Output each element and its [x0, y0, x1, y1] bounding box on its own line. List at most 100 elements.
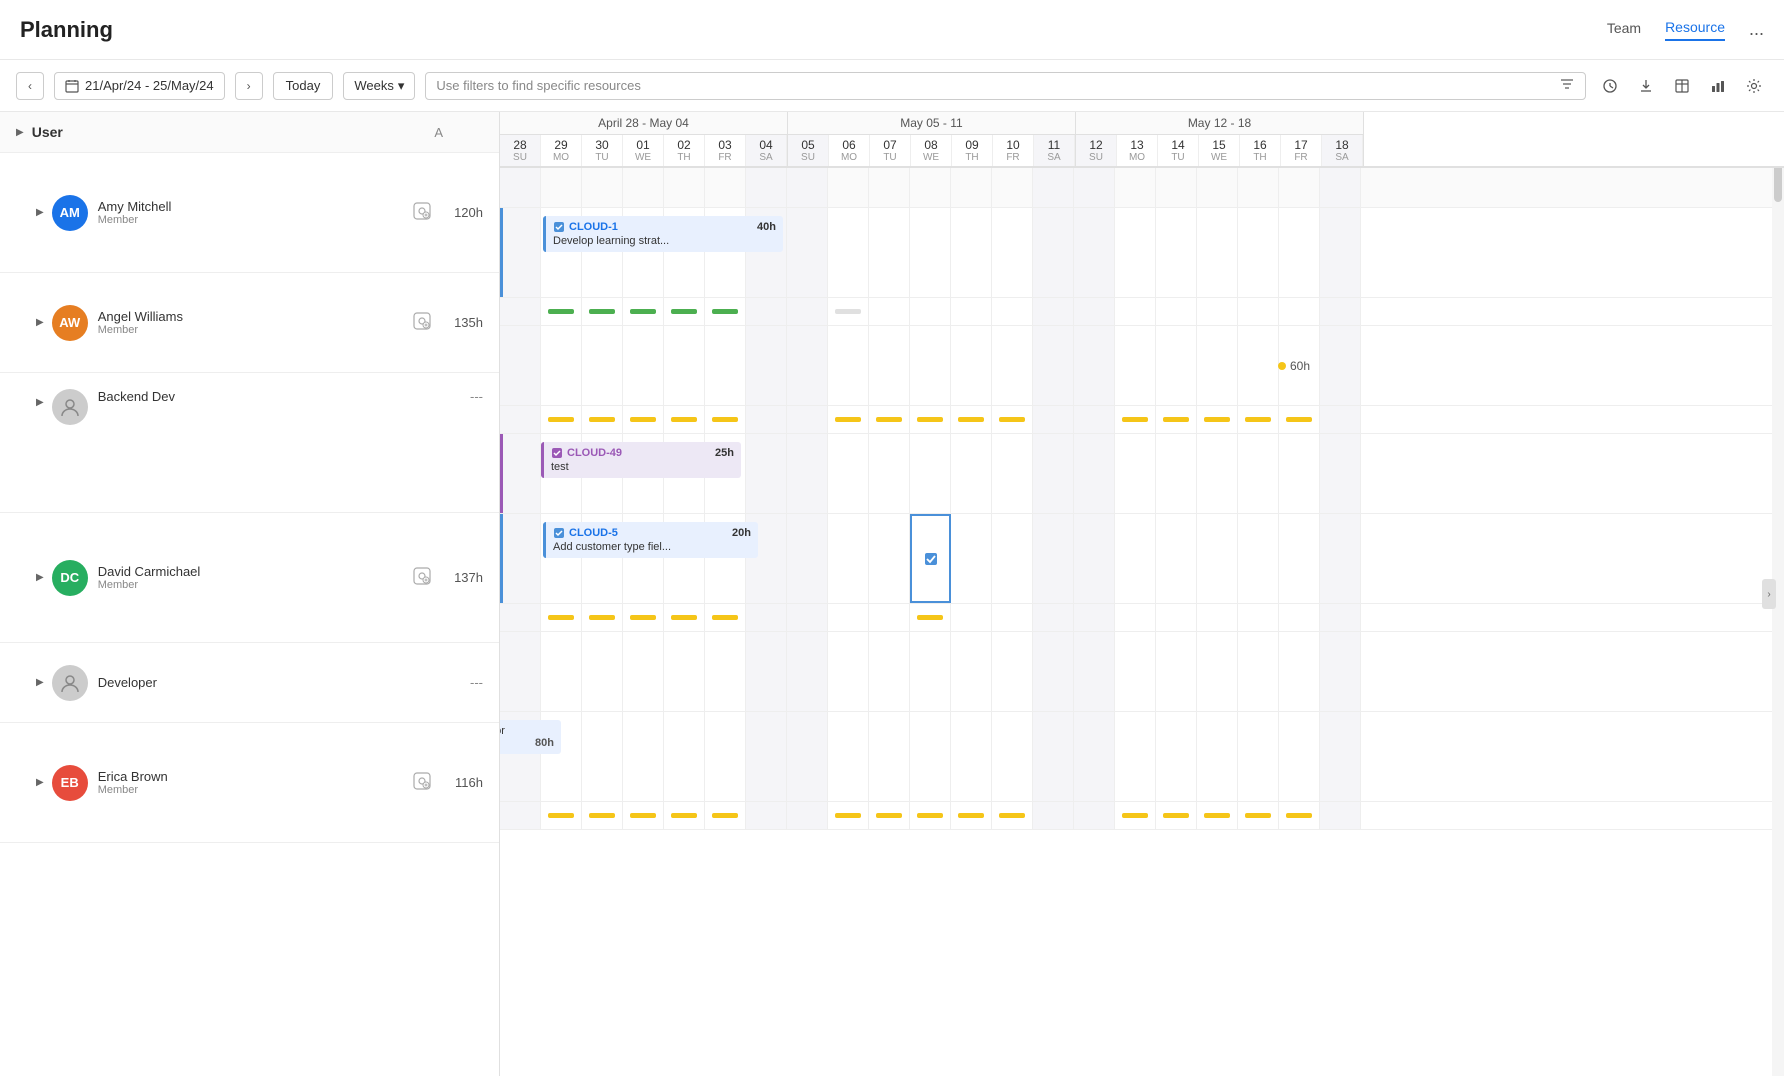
- table-icon[interactable]: [1668, 72, 1696, 100]
- cell: [992, 326, 1033, 405]
- prev-button[interactable]: ‹: [16, 72, 44, 100]
- amy-task-row: CLOUD-1 40h Develop learning strat...: [500, 208, 1784, 298]
- cell: [951, 326, 992, 405]
- w-cell: [910, 406, 951, 433]
- cell: [1197, 712, 1238, 801]
- amy-cell-12: [1074, 208, 1115, 297]
- expand-amy[interactable]: ▶: [36, 207, 44, 218]
- cell: [705, 168, 746, 207]
- expand-angel[interactable]: ▶: [36, 317, 44, 328]
- expand-david[interactable]: ▶: [36, 572, 44, 583]
- next-button[interactable]: ›: [235, 72, 263, 100]
- today-button[interactable]: Today: [273, 72, 334, 100]
- cell: [1238, 632, 1279, 711]
- cell: [787, 326, 828, 405]
- member-hours-amy: 120h: [443, 205, 483, 220]
- w-cell: [623, 406, 664, 433]
- toolbar-icons: [1596, 72, 1768, 100]
- w-cell: [1074, 406, 1115, 433]
- checkbox-icon-david: [553, 527, 565, 539]
- cell-backend-task: CLOUD-49 25h test: [705, 434, 746, 513]
- cell: [582, 632, 623, 711]
- collapse-handle[interactable]: ›: [1762, 579, 1776, 609]
- w-cell: [541, 604, 582, 631]
- member-row-erica: ▶ EB Erica Brown Member 116h: [0, 723, 499, 843]
- task-name-david: Add customer type fiel...: [553, 541, 751, 553]
- w-cell: [1279, 604, 1320, 631]
- cell: [1074, 168, 1115, 207]
- day-11: 11SA: [1034, 135, 1075, 166]
- week-labels-row: April 28 - May 04 28SU 29MO 30TU 01WE 02…: [500, 112, 1784, 167]
- w-cell: [1156, 802, 1197, 829]
- cell: [1156, 632, 1197, 711]
- amy-cell-18: [1320, 208, 1361, 297]
- amy-cell-05: [787, 208, 828, 297]
- task-hours-amy: 40h: [757, 221, 776, 233]
- download-icon[interactable]: [1632, 72, 1660, 100]
- cell: [951, 514, 992, 603]
- date-range-button[interactable]: 21/Apr/24 - 25/May/24: [54, 72, 225, 100]
- settings-icon[interactable]: [1740, 72, 1768, 100]
- task-card-backend[interactable]: CLOUD-49 25h test: [541, 442, 741, 478]
- cell: [828, 514, 869, 603]
- cell: [992, 168, 1033, 207]
- filter-icon[interactable]: [1559, 76, 1575, 95]
- user-section-header[interactable]: ▶ User A: [0, 112, 499, 153]
- task-card-erica-partial[interactable]: havior 80h: [500, 720, 561, 754]
- cell: [1197, 514, 1238, 603]
- w-cell: [1197, 604, 1238, 631]
- w-cell: [910, 604, 951, 631]
- chart-icon[interactable]: [1704, 72, 1732, 100]
- cell: [664, 632, 705, 711]
- w-cell: [541, 406, 582, 433]
- expand-erica[interactable]: ▶: [36, 777, 44, 788]
- day-14: 14TU: [1158, 135, 1199, 166]
- member-role-angel: Member: [98, 324, 401, 336]
- nav-resource[interactable]: Resource: [1665, 19, 1725, 41]
- w-cell: [1115, 406, 1156, 433]
- clock-icon[interactable]: [1596, 72, 1624, 100]
- w-cell: [1279, 802, 1320, 829]
- cell: [664, 326, 705, 405]
- w-cell: [910, 298, 951, 325]
- expand-developer[interactable]: ▶: [36, 677, 44, 688]
- expand-backend[interactable]: ▶: [36, 397, 44, 408]
- david-task-row: CLOUD-5 20h Add customer type fiel...: [500, 514, 1784, 604]
- member-settings-icon-amy[interactable]: [413, 202, 431, 223]
- section-letter: A: [434, 125, 443, 140]
- nav-more[interactable]: ...: [1749, 19, 1764, 40]
- w-cell: [500, 406, 541, 433]
- w-cell: [1238, 604, 1279, 631]
- member-info-david: David Carmichael Member: [98, 564, 401, 591]
- member-settings-icon-angel[interactable]: [413, 312, 431, 333]
- day-30: 30TU: [582, 135, 623, 166]
- w-cell: [992, 406, 1033, 433]
- task-id-row-backend: CLOUD-49 25h: [551, 447, 734, 459]
- cell: [1279, 632, 1320, 711]
- nav-team[interactable]: Team: [1607, 20, 1641, 40]
- w-cell: [705, 406, 746, 433]
- w-cell: [787, 298, 828, 325]
- calendar-panel[interactable]: April 28 - May 04 28SU 29MO 30TU 01WE 02…: [500, 112, 1784, 1076]
- member-settings-icon-david[interactable]: [413, 567, 431, 588]
- member-settings-icon-erica[interactable]: [413, 772, 431, 793]
- cell: [1033, 168, 1074, 207]
- weeks-dropdown[interactable]: Weeks ▾: [343, 72, 415, 100]
- cell: [910, 632, 951, 711]
- member-role-david: Member: [98, 579, 401, 591]
- vertical-scrollbar[interactable]: ›: [1772, 112, 1784, 1076]
- day-10: 10FR: [993, 135, 1034, 166]
- task-card-amy[interactable]: CLOUD-1 40h Develop learning strat...: [543, 216, 783, 252]
- cell: [1033, 514, 1074, 603]
- cell: [910, 168, 951, 207]
- search-bar[interactable]: Use filters to find specific resources: [425, 72, 1586, 100]
- cell: [1279, 434, 1320, 513]
- w-cell: [828, 406, 869, 433]
- cell: [910, 326, 951, 405]
- cell: [1074, 712, 1115, 801]
- backend-task-row: CLOUD-49 25h test: [500, 434, 1784, 514]
- week-group-may12: May 12 - 18 12SU 13MO 14TU 15WE 16TH 17F…: [1076, 112, 1364, 166]
- cell: [1074, 514, 1115, 603]
- task-card-david[interactable]: CLOUD-5 20h Add customer type fiel...: [543, 522, 758, 558]
- day-28: 28SU: [500, 135, 541, 166]
